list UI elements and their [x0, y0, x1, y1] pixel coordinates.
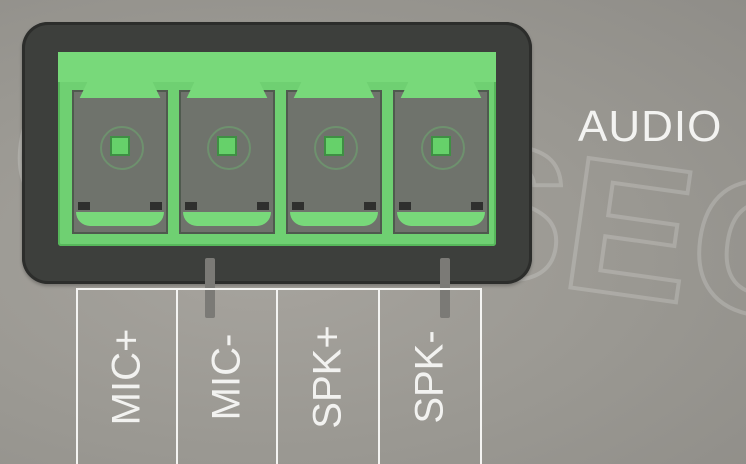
terminal-lip — [290, 212, 378, 226]
screw-icon — [326, 138, 342, 154]
label-cell-spk-minus: SPK- — [378, 288, 482, 464]
label-cell-spk-plus: SPK+ — [276, 288, 380, 464]
wire-slot — [150, 202, 162, 210]
terminal-lip — [183, 212, 271, 226]
wire-slot — [292, 202, 304, 210]
screw-icon — [112, 138, 128, 154]
label-mic-plus: MIC+ — [104, 328, 149, 426]
wire-slot — [364, 202, 376, 210]
wire-slot — [185, 202, 197, 210]
wire-slot — [471, 202, 483, 210]
terminal-lip — [397, 212, 485, 226]
label-mic-minus: MIC- — [204, 333, 249, 421]
label-cell-mic-plus: MIC+ — [76, 288, 178, 464]
terminal-block-top — [58, 52, 496, 82]
terminal-mic-plus — [72, 78, 168, 234]
wire-slot — [399, 202, 411, 210]
label-spk-plus: SPK+ — [305, 325, 350, 429]
wire-slot — [78, 202, 90, 210]
label-cell-mic-minus: MIC- — [176, 288, 278, 464]
terminal-lip — [76, 212, 164, 226]
screw-icon — [219, 138, 235, 154]
terminal-mic-minus — [179, 78, 275, 234]
label-spk-minus: SPK- — [407, 330, 452, 424]
terminal-spk-minus — [393, 78, 489, 234]
wire-slot — [257, 202, 269, 210]
terminal-spk-plus — [286, 78, 382, 234]
screw-icon — [433, 138, 449, 154]
audio-label: AUDIO — [578, 102, 723, 151]
